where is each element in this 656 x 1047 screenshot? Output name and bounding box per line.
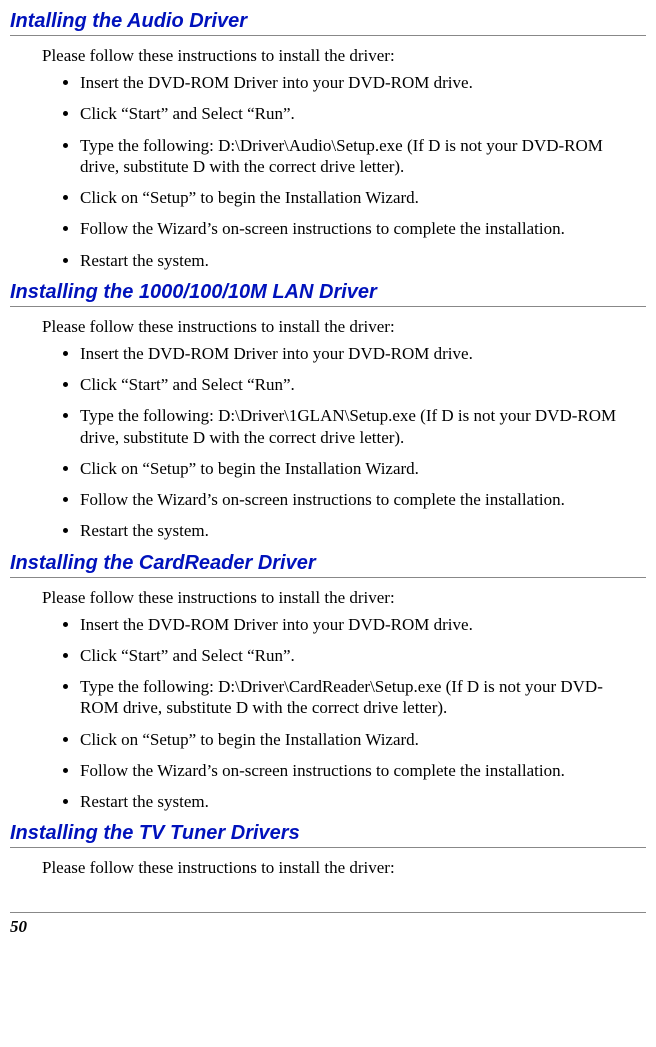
list-item: Follow the Wizard’s on-screen instructio… (80, 218, 636, 239)
page-footer: 50 (10, 912, 646, 937)
list-item: Click on “Setup” to begin the Installati… (80, 187, 636, 208)
list-item: Click on “Setup” to begin the Installati… (80, 458, 636, 479)
section-heading-tvtuner: Installing the TV Tuner Drivers (10, 822, 646, 848)
list-item: Click “Start” and Select “Run”. (80, 103, 636, 124)
list-item: Follow the Wizard’s on-screen instructio… (80, 489, 636, 510)
list-item: Restart the system. (80, 791, 636, 812)
section-intro: Please follow these instructions to inst… (42, 317, 646, 337)
list-item: Restart the system. (80, 250, 636, 271)
steps-list: Insert the DVD-ROM Driver into your DVD-… (58, 614, 636, 813)
list-item: Type the following: D:\Driver\1GLAN\Setu… (80, 405, 636, 448)
section-heading-audio: Intalling the Audio Driver (10, 10, 646, 36)
section-heading-cardreader: Installing the CardReader Driver (10, 552, 646, 578)
list-item: Type the following: D:\Driver\Audio\Setu… (80, 135, 636, 178)
list-item: Click on “Setup” to begin the Installati… (80, 729, 636, 750)
list-item: Click “Start” and Select “Run”. (80, 645, 636, 666)
list-item: Insert the DVD-ROM Driver into your DVD-… (80, 614, 636, 635)
steps-list: Insert the DVD-ROM Driver into your DVD-… (58, 343, 636, 542)
steps-list: Insert the DVD-ROM Driver into your DVD-… (58, 72, 636, 271)
page-content: Intalling the Audio Driver Please follow… (0, 10, 656, 947)
section-intro: Please follow these instructions to inst… (42, 858, 646, 878)
section-intro: Please follow these instructions to inst… (42, 588, 646, 608)
page-number: 50 (10, 917, 27, 936)
section-intro: Please follow these instructions to inst… (42, 46, 646, 66)
list-item: Insert the DVD-ROM Driver into your DVD-… (80, 343, 636, 364)
list-item: Click “Start” and Select “Run”. (80, 374, 636, 395)
list-item: Insert the DVD-ROM Driver into your DVD-… (80, 72, 636, 93)
list-item: Restart the system. (80, 520, 636, 541)
list-item: Type the following: D:\Driver\CardReader… (80, 676, 636, 719)
section-heading-lan: Installing the 1000/100/10M LAN Driver (10, 281, 646, 307)
list-item: Follow the Wizard’s on-screen instructio… (80, 760, 636, 781)
